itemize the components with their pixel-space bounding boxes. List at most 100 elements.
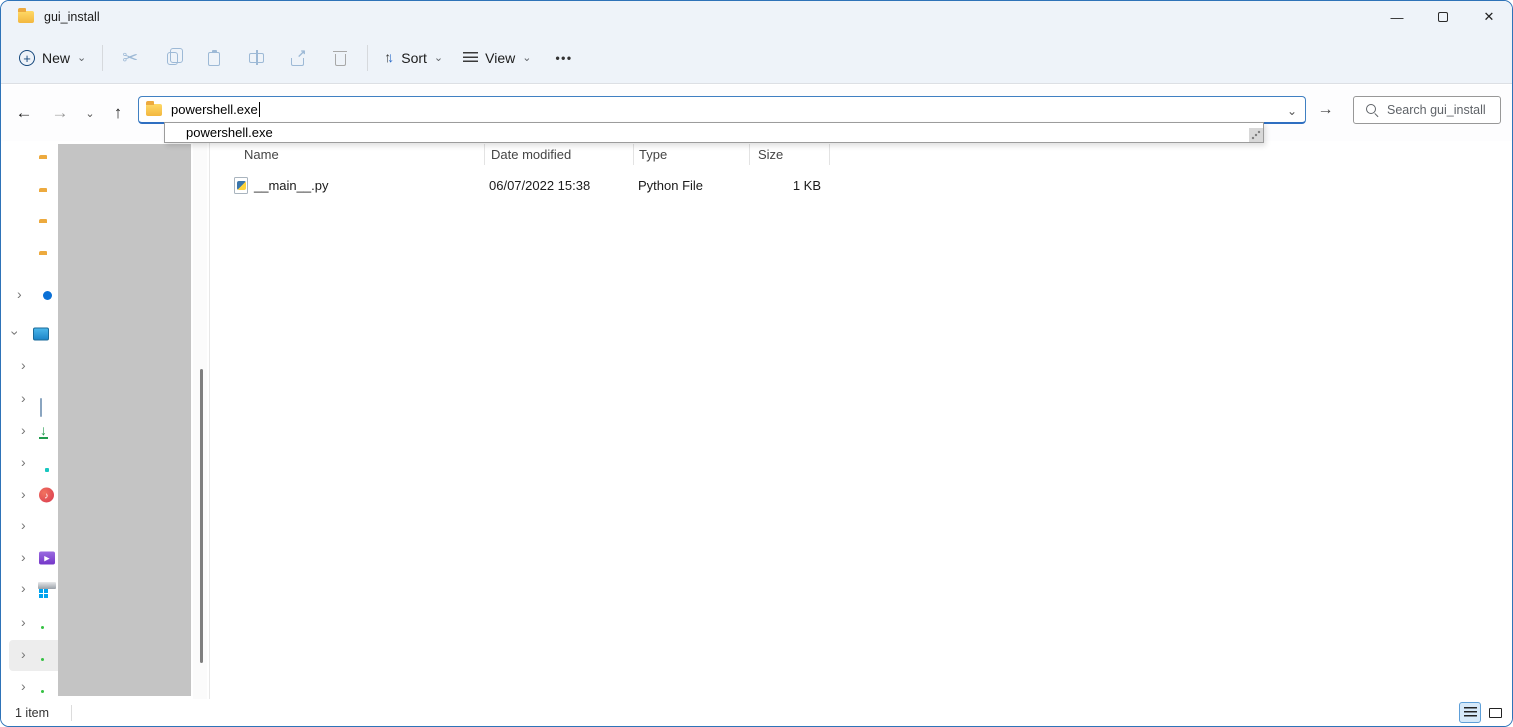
file-name: __main__.py (254, 171, 328, 199)
chevron-right-icon[interactable]: › (21, 485, 26, 503)
sort-button-label: Sort (401, 50, 427, 66)
minimize-icon: — (1391, 10, 1404, 25)
more-options-button[interactable]: ••• (541, 51, 586, 65)
column-separator (484, 144, 485, 165)
maximize-icon (1438, 12, 1448, 22)
up-icon: ↑ (114, 103, 123, 123)
window-title: gui_install (44, 10, 100, 24)
chevron-right-icon[interactable]: › (21, 677, 26, 695)
chevron-right-icon[interactable]: › (21, 613, 26, 631)
sort-button[interactable]: ↑↓ Sort ⌄ (374, 41, 453, 75)
file-explorer-window: gui_install — ✕ + New ⌄ ✂ ↗ ↑↓ Sort ⌄ (0, 0, 1513, 727)
address-dropdown-chevron-icon[interactable]: ⌄ (1287, 104, 1297, 118)
column-header-type[interactable]: Type (639, 141, 667, 167)
details-view-button[interactable] (1459, 702, 1481, 723)
file-list: ^ Name Date modified Type Size __main__.… (211, 141, 1512, 699)
file-row[interactable]: __main__.py 06/07/2022 15:38 Python File… (221, 171, 842, 199)
status-divider (71, 705, 72, 721)
chevron-right-icon[interactable]: › (21, 516, 26, 534)
copy-button[interactable] (151, 41, 193, 75)
search-box[interactable] (1353, 96, 1501, 124)
chevron-down-icon: ⌄ (77, 53, 86, 64)
recent-locations-button[interactable]: ⌄ (79, 85, 101, 141)
share-button[interactable]: ↗ (277, 41, 319, 75)
music-icon: ♪ (39, 488, 54, 503)
plus-circle-icon: + (19, 50, 35, 66)
sort-arrows-icon: ↑↓ (384, 49, 394, 67)
large-icons-view-icon (1489, 708, 1502, 718)
status-bar: 1 item (1, 699, 1512, 726)
sidebar-scrollbar-thumb[interactable] (200, 369, 203, 663)
main-area: › › › › › ↓ › (1, 141, 1512, 699)
command-bar: + New ⌄ ✂ ↗ ↑↓ Sort ⌄ View ⌄ ••• (1, 33, 1512, 84)
forward-icon: → (52, 103, 69, 123)
paste-button[interactable] (193, 41, 235, 75)
view-button-label: View (485, 50, 515, 66)
column-header-name[interactable]: Name (244, 141, 279, 167)
forward-button[interactable]: → (45, 85, 75, 141)
trash-icon (335, 54, 346, 66)
details-view-icon (1464, 707, 1477, 718)
close-button[interactable]: ✕ (1466, 1, 1512, 33)
chevron-right-icon[interactable]: › (17, 285, 22, 303)
view-toggles (1459, 702, 1506, 723)
ellipsis-icon: ••• (555, 51, 572, 65)
up-button[interactable]: ↑ (103, 85, 133, 141)
chevron-right-icon[interactable]: › (21, 356, 26, 374)
delete-button[interactable] (319, 41, 361, 75)
view-lines-icon (463, 52, 478, 65)
view-button[interactable]: View ⌄ (453, 41, 541, 75)
rename-button[interactable] (235, 41, 277, 75)
close-icon: ✕ (1484, 9, 1495, 25)
resize-grip[interactable] (1249, 128, 1263, 142)
back-icon: ← (16, 103, 33, 123)
column-header-date-modified[interactable]: Date modified (491, 141, 571, 167)
toolbar-divider (102, 45, 103, 71)
navigation-pane: › › › › › ↓ › (1, 141, 210, 699)
redacted-region (58, 144, 191, 696)
window-controls: — ✕ (1374, 1, 1512, 33)
item-count: 1 item (15, 706, 49, 720)
go-arrow-icon: → (1318, 101, 1334, 119)
chevron-right-icon[interactable]: › (21, 421, 26, 439)
chevron-expanded-icon[interactable]: › (6, 331, 24, 336)
rename-icon (249, 53, 264, 63)
search-input[interactable] (1387, 103, 1492, 117)
minimize-button[interactable]: — (1374, 1, 1420, 33)
chevron-right-icon[interactable]: › (21, 645, 26, 663)
videos-icon: ▶ (39, 552, 55, 565)
cut-icon: ✂ (122, 47, 138, 70)
column-separator (829, 144, 830, 165)
go-to-button[interactable]: → (1309, 96, 1342, 124)
maximize-button[interactable] (1420, 1, 1466, 33)
autocomplete-suggestion[interactable]: powershell.exe (165, 123, 1263, 142)
address-bar[interactable]: powershell.exe ⌄ (138, 96, 1306, 124)
column-header-size[interactable]: Size (758, 141, 783, 167)
cut-button[interactable]: ✂ (109, 41, 151, 75)
file-type: Python File (638, 171, 703, 199)
documents-icon (40, 398, 42, 417)
titlebar: gui_install — ✕ (1, 1, 1512, 33)
chevron-right-icon[interactable]: › (21, 453, 26, 471)
chevron-right-icon[interactable]: › (21, 548, 26, 566)
chevron-down-icon: ⌄ (522, 53, 531, 64)
address-input-value: powershell.exe (171, 102, 258, 117)
file-size: 1 KB (749, 171, 821, 199)
folder-icon (146, 104, 162, 116)
search-icon (1365, 103, 1379, 117)
folder-icon (18, 11, 34, 23)
copy-icon (167, 52, 178, 65)
column-separator (749, 144, 750, 165)
python-file-icon (234, 171, 248, 199)
new-button[interactable]: + New ⌄ (9, 41, 96, 75)
paste-icon (208, 52, 220, 66)
large-icons-view-button[interactable] (1484, 702, 1506, 723)
share-icon: ↗ (290, 50, 306, 66)
chevron-right-icon[interactable]: › (21, 579, 26, 597)
text-cursor (259, 102, 260, 117)
back-button[interactable]: ← (9, 85, 39, 141)
chevron-down-icon: ⌄ (434, 53, 443, 64)
downloads-icon: ↓ (39, 423, 48, 439)
chevron-down-icon: ⌄ (85, 107, 94, 120)
chevron-right-icon[interactable]: › (21, 389, 26, 407)
